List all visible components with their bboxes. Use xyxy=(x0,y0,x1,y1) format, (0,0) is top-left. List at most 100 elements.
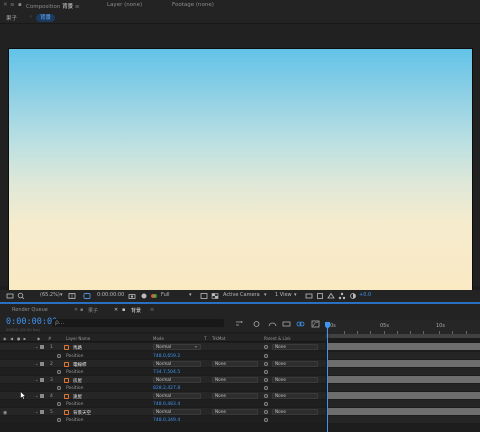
layer-duration-bar[interactable] xyxy=(328,392,480,399)
tab-render-queue[interactable]: Render Queue xyxy=(12,307,48,313)
property-track[interactable] xyxy=(328,384,480,391)
position-value[interactable]: 828.2,427.8 xyxy=(153,386,180,391)
pick-whip-icon[interactable] xyxy=(264,409,268,414)
comp-mini-flowchart-icon[interactable] xyxy=(235,320,244,328)
layer-duration-bar[interactable] xyxy=(328,343,480,350)
pick-whip-icon[interactable] xyxy=(264,353,268,358)
layer-name-header[interactable]: Layer Name xyxy=(66,336,90,341)
stopwatch-icon[interactable] xyxy=(57,401,61,406)
render-quality-icon[interactable] xyxy=(316,292,324,300)
label-color-swatch[interactable] xyxy=(40,345,44,349)
stopwatch-icon[interactable] xyxy=(57,417,61,422)
camera-select[interactable]: Active Camera xyxy=(223,292,260,298)
tab-layer[interactable]: Layer (none) xyxy=(107,2,142,8)
layer-duration-bar[interactable] xyxy=(328,376,480,383)
layer-duration-bar[interactable] xyxy=(328,408,480,415)
chevron-down-icon[interactable]: ▾ xyxy=(294,292,297,298)
label-color-swatch[interactable] xyxy=(40,410,44,414)
exposure-value[interactable]: +0.0 xyxy=(359,292,371,298)
draft-3d-icon[interactable] xyxy=(252,320,261,328)
label-color-swatch[interactable] xyxy=(40,362,44,366)
breadcrumb-parent[interactable]: 果子 xyxy=(6,14,17,22)
close-icon[interactable]: ✕ xyxy=(3,2,8,8)
pick-whip-icon[interactable] xyxy=(264,417,268,422)
motion-blur-icon[interactable] xyxy=(296,320,305,328)
composition-canvas[interactable] xyxy=(8,48,473,291)
shy-layers-icon[interactable] xyxy=(268,320,277,328)
parent-select[interactable]: None xyxy=(272,409,318,415)
color-channel-icon[interactable] xyxy=(150,292,158,300)
layer-name[interactable]: 房屋 xyxy=(73,378,82,384)
frame-blending-icon[interactable] xyxy=(282,320,291,328)
layer-name[interactable]: 電線桿 xyxy=(73,362,87,368)
toggle-pixel-aspect-icon[interactable] xyxy=(305,292,313,300)
stopwatch-icon[interactable] xyxy=(57,353,61,358)
tab-timeline-2[interactable]: 背景 xyxy=(131,307,141,314)
position-value[interactable]: 748.0,483.4 xyxy=(153,402,180,407)
track-matte-select[interactable]: None xyxy=(212,409,258,415)
magnify-icon[interactable] xyxy=(17,292,25,300)
pick-whip-icon[interactable] xyxy=(264,377,268,382)
label-color-swatch[interactable] xyxy=(40,394,44,398)
parent-select[interactable]: None xyxy=(272,377,318,383)
layer-duration-bar[interactable] xyxy=(328,360,480,367)
time-ruler[interactable]: 0s 05s 10s xyxy=(326,320,480,334)
property-track[interactable] xyxy=(328,416,480,423)
chevron-down-icon[interactable]: ▾ xyxy=(264,292,267,298)
layer-name[interactable]: 遠屋 xyxy=(73,394,82,400)
label-color-swatch[interactable] xyxy=(40,378,44,382)
viewer-timecode[interactable]: 0:00:00:00 xyxy=(97,292,124,298)
fast-preview-icon[interactable] xyxy=(200,292,208,300)
layer-name[interactable]: 馬路 xyxy=(73,345,82,351)
stopwatch-icon[interactable] xyxy=(57,369,61,374)
property-track[interactable] xyxy=(328,352,480,359)
composition-viewer[interactable] xyxy=(0,24,480,291)
chevron-down-icon[interactable]: ⌄ xyxy=(35,409,38,414)
chevron-down-icon[interactable]: ⌄ xyxy=(35,361,38,366)
tab-menu-icon[interactable]: ≡ xyxy=(150,307,154,313)
close-icon[interactable]: ✕ xyxy=(74,307,78,313)
region-of-interest-icon[interactable] xyxy=(83,292,91,300)
tab-composition[interactable]: Composition 背景 ≡ xyxy=(26,2,79,10)
chevron-down-icon[interactable]: ⌄ xyxy=(35,344,38,349)
title-safe-icon[interactable] xyxy=(68,292,76,300)
track-matte-select[interactable]: None xyxy=(212,377,258,383)
position-value[interactable]: 734.7,504.5 xyxy=(153,370,180,375)
layer-row[interactable]: ◉ ⌄ 5 背景天空 Normal None None xyxy=(0,408,326,416)
breadcrumb-current[interactable]: 背景 xyxy=(36,14,56,22)
blend-mode-select[interactable]: Normal xyxy=(153,393,201,399)
property-track[interactable] xyxy=(328,368,480,375)
parent-select[interactable]: None xyxy=(272,393,318,399)
track-matte-select[interactable]: None xyxy=(212,361,258,367)
layer-row[interactable]: ⌄ 1 馬路 Normal ▾ None xyxy=(0,343,326,351)
pick-whip-icon[interactable] xyxy=(264,344,268,349)
blend-mode-select[interactable]: Normal xyxy=(153,344,201,350)
layer-search-input[interactable]: ρ... xyxy=(52,319,224,327)
stopwatch-icon[interactable] xyxy=(57,385,61,390)
pick-whip-icon[interactable] xyxy=(264,361,268,366)
blend-mode-select[interactable]: Normal xyxy=(153,377,201,383)
3d-draft-icon[interactable] xyxy=(327,292,335,300)
current-time[interactable]: 0:00:00:00 xyxy=(6,317,57,327)
exposure-icon[interactable] xyxy=(349,292,357,300)
zoom-level[interactable]: (65.2%) xyxy=(40,292,60,298)
hamburger-menu-icon[interactable]: ≡ xyxy=(10,2,15,8)
view-layout-select[interactable]: 1 View xyxy=(275,292,292,298)
pick-whip-icon[interactable] xyxy=(264,385,268,390)
pick-whip-icon[interactable] xyxy=(264,401,268,406)
graph-editor-icon[interactable] xyxy=(311,320,320,328)
show-snapshot-icon[interactable] xyxy=(140,292,148,300)
tab-footage[interactable]: Footage (none) xyxy=(172,2,214,8)
parent-select[interactable]: None xyxy=(272,344,318,350)
layer-name[interactable]: 背景天空 xyxy=(73,410,91,416)
work-area-bar[interactable] xyxy=(326,334,480,338)
always-preview-icon[interactable] xyxy=(6,292,14,300)
resolution-select[interactable]: Full xyxy=(161,292,170,298)
chevron-down-icon[interactable]: ▾ xyxy=(189,292,192,298)
transparency-grid-icon[interactable] xyxy=(211,292,219,300)
pick-whip-icon[interactable] xyxy=(264,393,268,398)
layer-row[interactable]: ⌄ 2 電線桿 Normal None None xyxy=(0,360,326,368)
playhead-line[interactable] xyxy=(327,325,328,432)
work-area-range[interactable] xyxy=(330,334,480,338)
lock-icon[interactable]: ▪ xyxy=(18,2,22,8)
